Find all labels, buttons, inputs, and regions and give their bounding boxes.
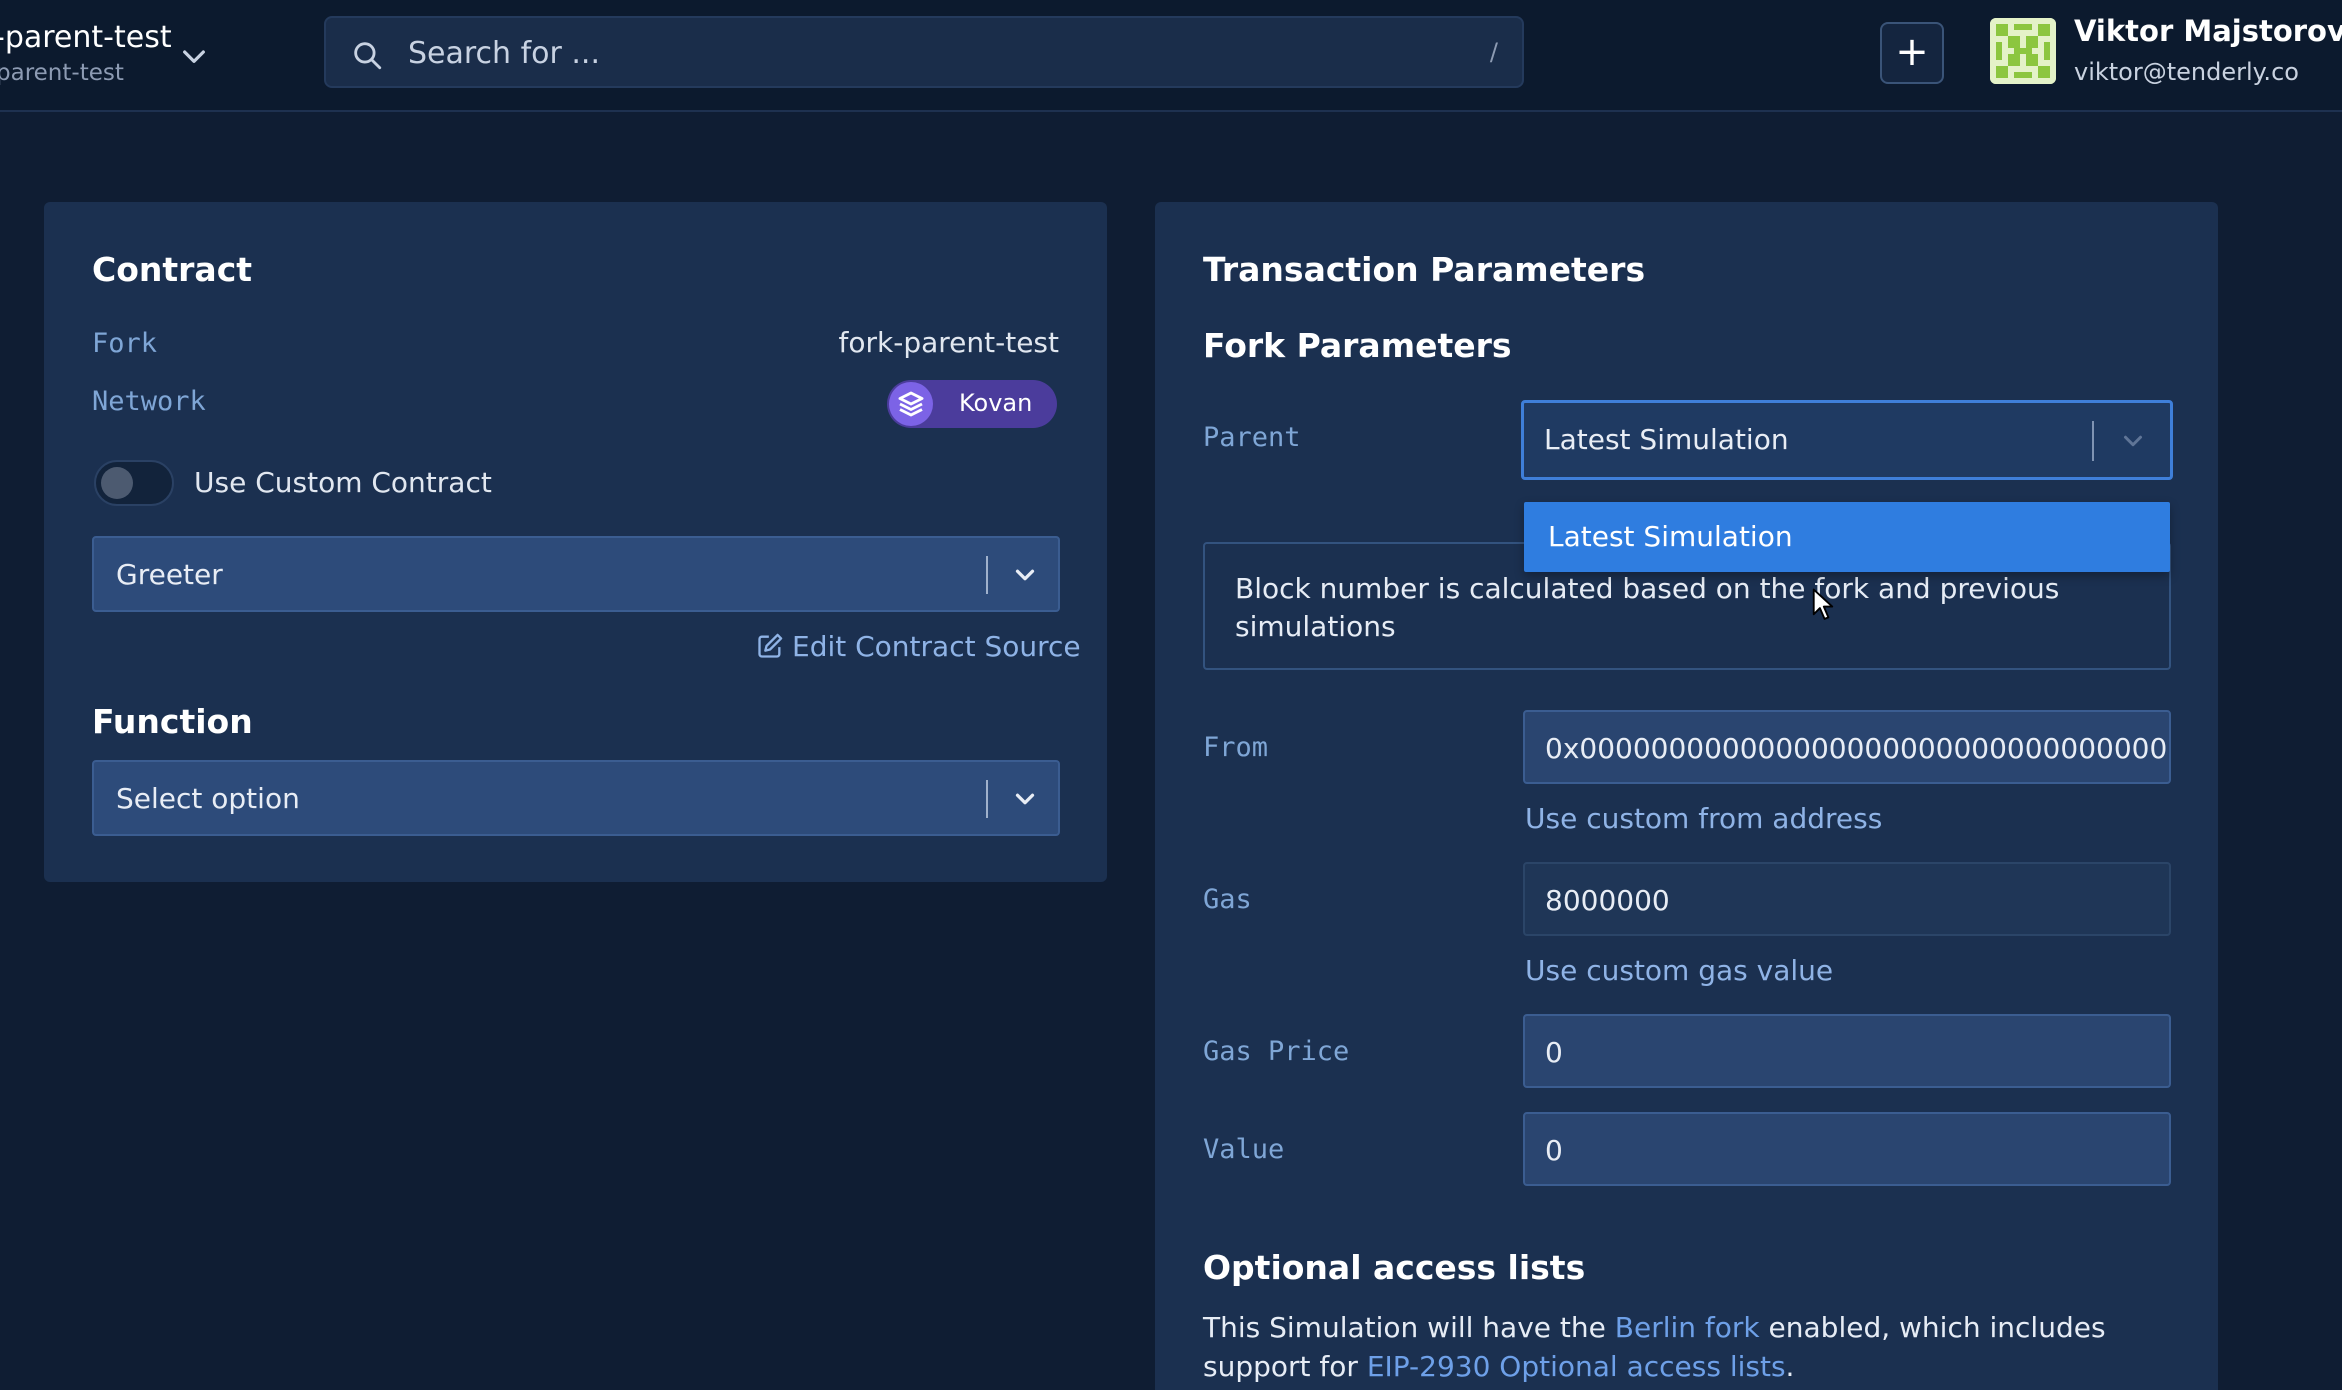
layers-icon (889, 382, 933, 426)
project-name: -parent-test (0, 20, 172, 55)
network-badge: Kovan (887, 380, 1057, 428)
parent-select-value: Latest Simulation (1544, 423, 1789, 456)
berlin-fork-link[interactable]: Berlin fork (1615, 1311, 1760, 1344)
value-field[interactable]: 0 (1523, 1112, 2171, 1186)
access-lists-description: This Simulation will have the Berlin for… (1203, 1308, 2183, 1386)
value-value: 0 (1545, 1134, 1563, 1167)
toggle-knob (101, 467, 133, 499)
user-email: viktor@tenderly.co (2074, 58, 2299, 86)
select-divider (2092, 421, 2094, 461)
project-subtitle: parent-test (0, 60, 124, 86)
select-divider (986, 556, 988, 594)
project-switcher[interactable]: -parent-test parent-test (0, 16, 215, 96)
mouse-pointer-icon (1812, 588, 1834, 620)
chevron-down-icon (1015, 793, 1035, 805)
chevron-down-icon (2124, 435, 2142, 447)
add-button[interactable]: + (1880, 22, 1944, 84)
identicon-icon (1990, 18, 2056, 84)
fork-parameters-title: Fork Parameters (1203, 326, 1512, 365)
contract-panel: Contract Fork fork-parent-test Network K… (44, 202, 1107, 882)
contract-select[interactable]: Greeter (92, 536, 1060, 612)
contract-select-value: Greeter (116, 558, 223, 591)
parent-dropdown-option-label: Latest Simulation (1548, 520, 1793, 553)
eip-2930-link[interactable]: EIP-2930 Optional access lists (1367, 1350, 1786, 1383)
gas-price-value: 0 (1545, 1036, 1563, 1069)
optional-access-lists-title: Optional access lists (1203, 1248, 1586, 1287)
from-address-field[interactable]: 0x00000000000000000000000000000000000000… (1523, 710, 2171, 784)
chevron-down-icon (183, 50, 205, 63)
access-text-3: . (1785, 1350, 1795, 1383)
parent-label: Parent (1203, 422, 1301, 453)
gas-value: 8000000 (1545, 884, 1670, 917)
select-divider (986, 780, 988, 818)
network-name: Kovan (959, 389, 1033, 417)
edit-icon (758, 633, 783, 658)
use-custom-from-link[interactable]: Use custom from address (1525, 802, 1882, 835)
chevron-down-icon (1015, 569, 1035, 581)
custom-contract-label: Use Custom Contract (194, 466, 492, 499)
from-label: From (1203, 732, 1269, 763)
fork-value: fork-parent-test (838, 326, 1059, 359)
top-bar: -parent-test parent-test / + V (0, 0, 2342, 112)
search-input[interactable] (406, 28, 1406, 78)
access-text-1: This Simulation will have the (1203, 1311, 1615, 1344)
network-label: Network (92, 386, 206, 417)
transaction-parameters-title: Transaction Parameters (1203, 250, 1646, 289)
edit-contract-source-label: Edit Contract Source (792, 630, 1081, 663)
block-number-info-text: Block number is calculated based on the … (1235, 572, 2060, 643)
avatar[interactable] (1990, 18, 2056, 84)
search-bar[interactable]: / (324, 16, 1524, 88)
fork-label: Fork (92, 328, 158, 359)
use-custom-gas-link[interactable]: Use custom gas value (1525, 954, 1833, 987)
gas-price-field[interactable]: 0 (1523, 1014, 2171, 1088)
function-select[interactable]: Select option (92, 760, 1060, 836)
function-title: Function (92, 702, 253, 741)
custom-contract-toggle[interactable] (94, 460, 174, 506)
value-label: Value (1203, 1134, 1285, 1165)
from-address-value: 0x00000000000000000000000000000000000000… (1545, 732, 2169, 765)
parent-dropdown-option[interactable]: Latest Simulation (1524, 502, 2170, 572)
gas-label: Gas (1203, 884, 1252, 915)
edit-contract-source-link[interactable]: Edit Contract Source (756, 630, 1081, 670)
function-select-value: Select option (116, 782, 300, 815)
search-shortcut-hint: / (1489, 38, 1498, 66)
gas-field[interactable]: 8000000 (1523, 862, 2171, 936)
transaction-panel: Transaction Parameters Fork Parameters P… (1155, 202, 2218, 1390)
gas-price-label: Gas Price (1203, 1036, 1350, 1067)
contract-title: Contract (92, 250, 253, 289)
search-icon (354, 42, 382, 70)
parent-select[interactable]: Latest Simulation (1521, 400, 2173, 480)
user-name: Viktor Majstorović (2074, 14, 2342, 48)
